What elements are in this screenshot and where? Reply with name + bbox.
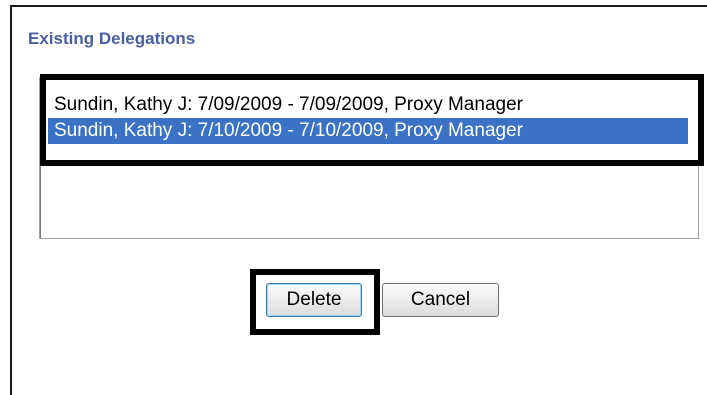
delegations-dialog: Existing Delegations Sundin, Kathy J: 7/…: [10, 5, 707, 395]
cancel-button[interactable]: Cancel: [382, 283, 499, 317]
delete-button[interactable]: Delete: [266, 283, 362, 317]
delegation-item-selected[interactable]: Sundin, Kathy J: 7/10/2009 - 7/10/2009, …: [48, 118, 688, 144]
delegations-listbox[interactable]: Sundin, Kathy J: 7/09/2009 - 7/09/2009, …: [39, 77, 699, 239]
delegation-item[interactable]: Sundin, Kathy J: 7/09/2009 - 7/09/2009, …: [48, 92, 688, 118]
section-title: Existing Delegations: [28, 29, 196, 48]
